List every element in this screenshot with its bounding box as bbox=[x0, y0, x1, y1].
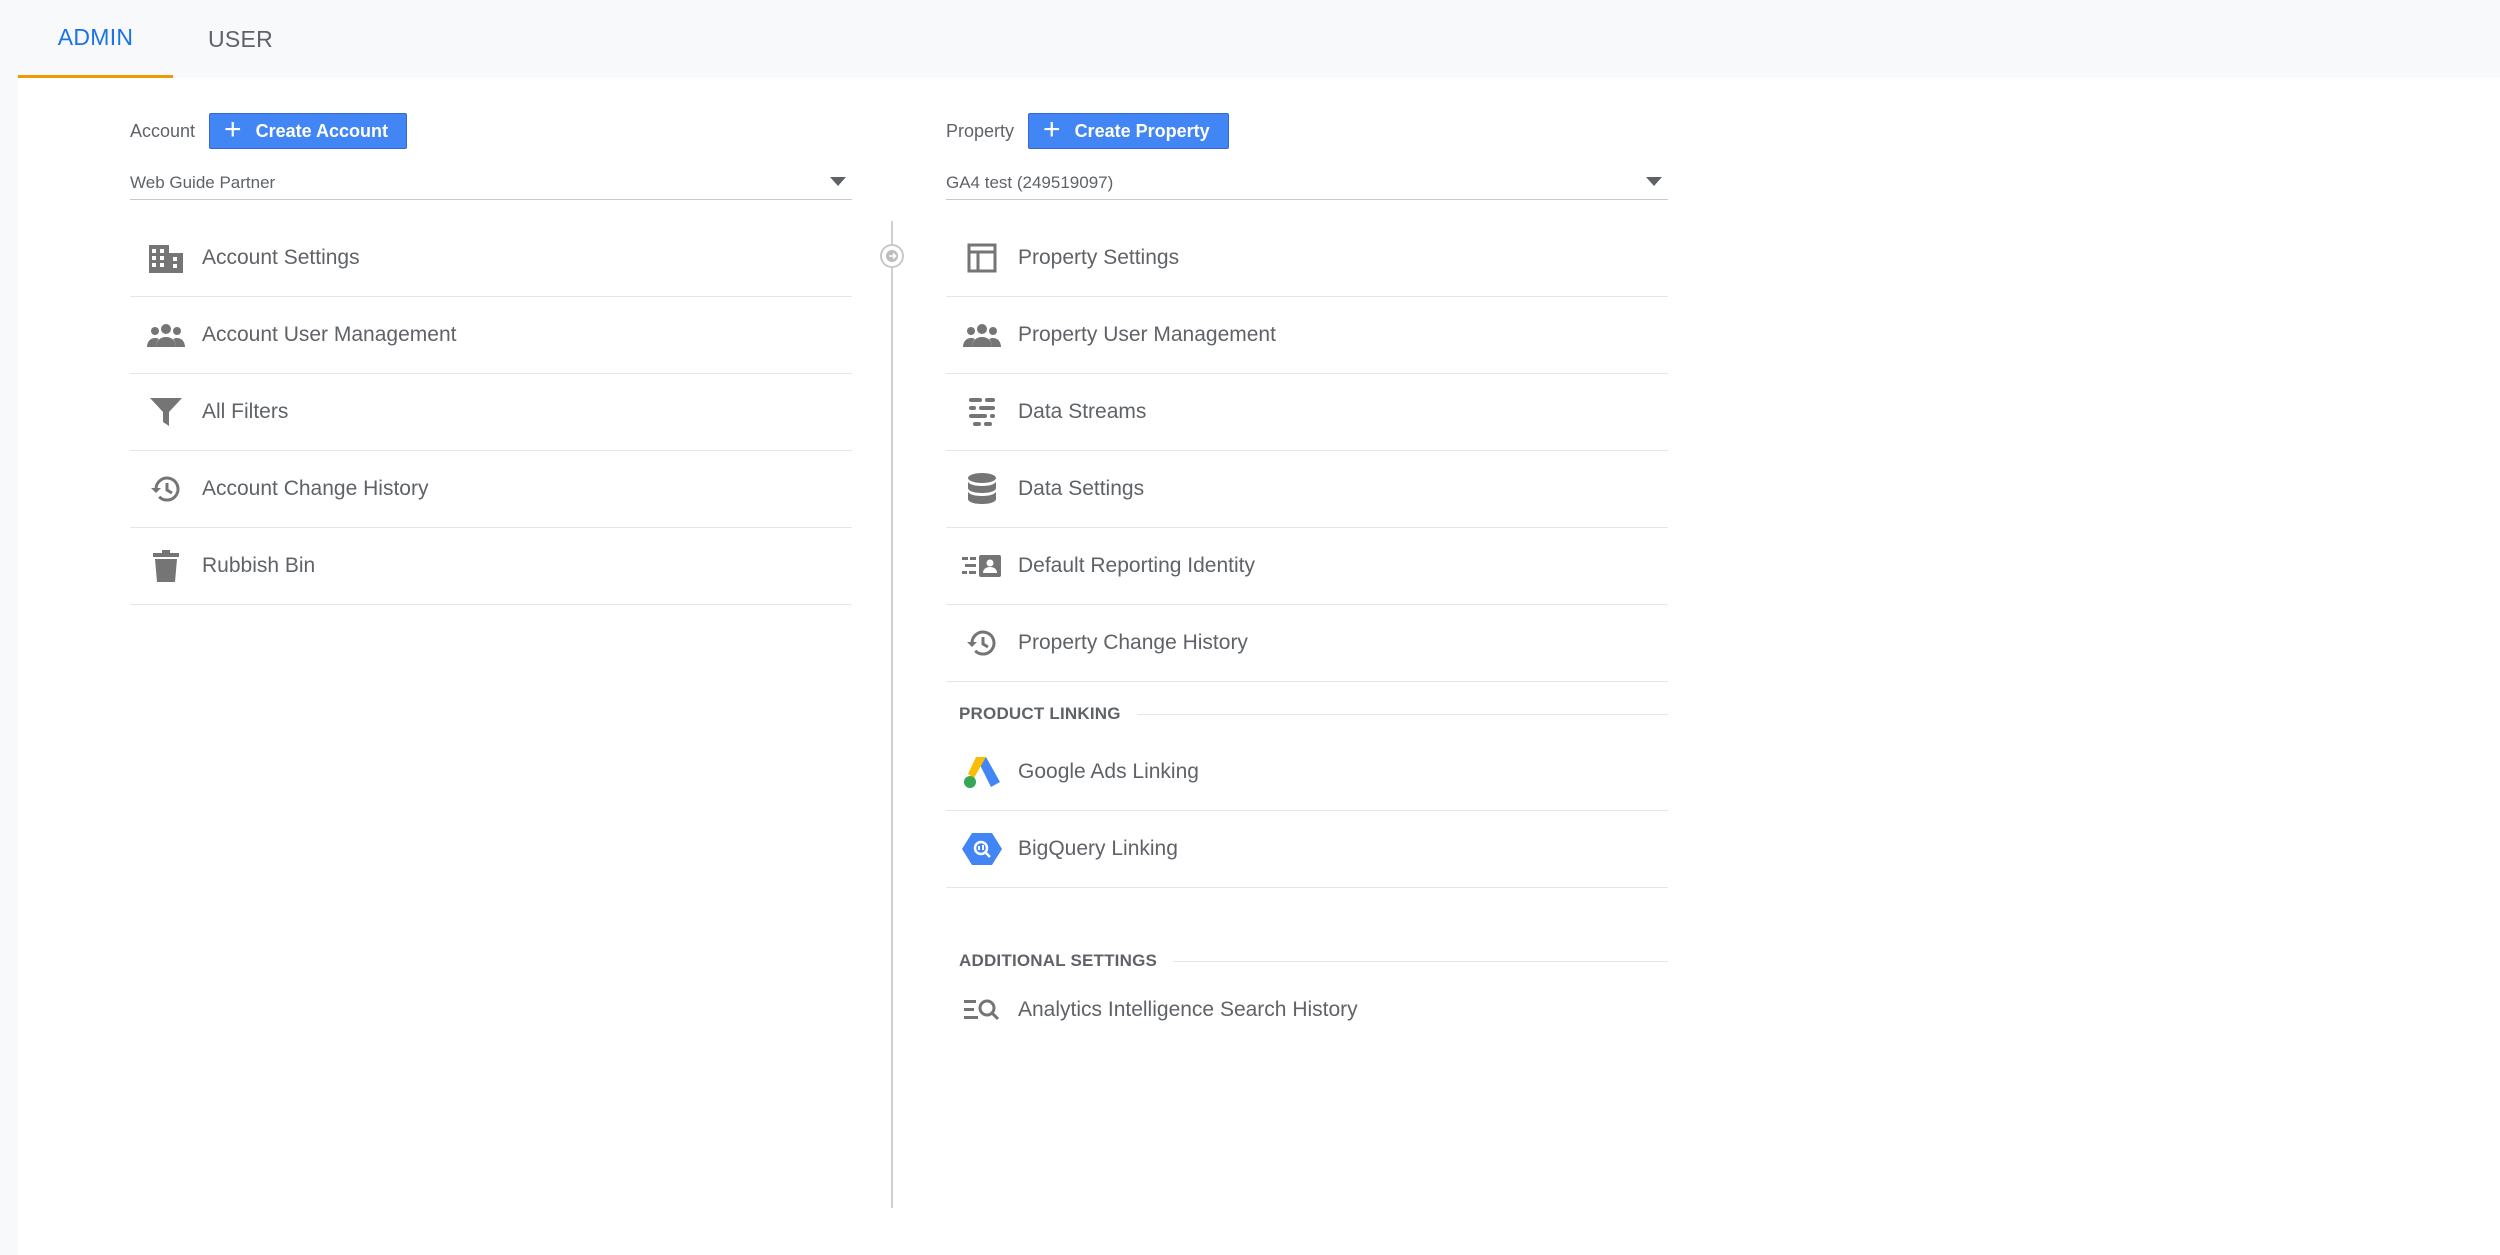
additional-settings-heading: ADDITIONAL SETTINGS bbox=[946, 941, 1668, 981]
menu-item-label: Property Change History bbox=[1018, 631, 1248, 654]
data-streams-item[interactable]: Data Streams bbox=[946, 374, 1668, 451]
create-property-button[interactable]: + Create Property bbox=[1028, 113, 1229, 149]
menu-item-label: All Filters bbox=[202, 400, 289, 423]
create-account-label: Create Account bbox=[255, 120, 388, 141]
property-settings-item[interactable]: Property Settings bbox=[946, 220, 1668, 297]
property-selector[interactable]: GA4 test (249519097) bbox=[946, 164, 1668, 200]
account-change-history-item[interactable]: Account Change History bbox=[130, 451, 852, 528]
section-divider bbox=[1136, 713, 1668, 715]
tab-admin[interactable]: ADMIN bbox=[18, 0, 173, 78]
property-selected-value: GA4 test (249519097) bbox=[946, 172, 1114, 192]
create-property-label: Create Property bbox=[1074, 120, 1210, 141]
admin-panel: Account + Create Account Web Guide Partn… bbox=[18, 78, 2500, 1255]
admin-tabs: ADMIN USER bbox=[18, 0, 308, 78]
analytics-intelligence-search-history-item[interactable]: Analytics Intelligence Search History bbox=[946, 981, 1668, 1039]
create-account-button[interactable]: + Create Account bbox=[209, 113, 407, 149]
property-user-management-item[interactable]: Property User Management bbox=[946, 297, 1668, 374]
column-divider bbox=[891, 221, 893, 1208]
tab-user[interactable]: USER bbox=[173, 0, 308, 78]
property-menu: Property Settings Property User Manageme… bbox=[946, 220, 1668, 1039]
section-heading-label: ADDITIONAL SETTINGS bbox=[959, 951, 1158, 970]
menu-item-label: Data Settings bbox=[1018, 477, 1145, 500]
default-reporting-identity-item[interactable]: Default Reporting Identity bbox=[946, 528, 1668, 605]
chevron-down-icon bbox=[1646, 177, 1662, 186]
menu-item-label: Default Reporting Identity bbox=[1018, 554, 1255, 577]
menu-item-label: Google Ads Linking bbox=[1018, 760, 1199, 783]
people-icon bbox=[130, 297, 202, 374]
search-history-icon bbox=[946, 981, 1018, 1039]
product-linking-heading: PRODUCT LINKING bbox=[946, 694, 1668, 734]
history-icon bbox=[946, 605, 1018, 682]
trash-icon bbox=[130, 528, 202, 605]
history-icon bbox=[130, 451, 202, 528]
section-divider bbox=[1173, 960, 1668, 962]
identity-icon bbox=[946, 528, 1018, 605]
people-icon bbox=[946, 297, 1018, 374]
menu-item-label: Analytics Intelligence Search History bbox=[1018, 998, 1358, 1021]
account-selector[interactable]: Web Guide Partner bbox=[130, 164, 852, 200]
database-icon bbox=[946, 451, 1018, 528]
menu-item-label: Account Settings bbox=[202, 246, 360, 269]
menu-item-label: Account Change History bbox=[202, 477, 429, 500]
menu-item-label: Rubbish Bin bbox=[202, 554, 316, 577]
bigquery-linking-item[interactable]: BigQuery Linking bbox=[946, 811, 1668, 888]
account-header: Account + Create Account bbox=[130, 113, 407, 149]
menu-item-label: Account User Management bbox=[202, 323, 457, 346]
rubbish-bin-item[interactable]: Rubbish Bin bbox=[130, 528, 852, 605]
account-settings-item[interactable]: Account Settings bbox=[130, 220, 852, 297]
menu-item-label: Data Streams bbox=[1018, 400, 1147, 423]
plus-icon: + bbox=[224, 113, 242, 146]
layout-icon bbox=[946, 220, 1018, 297]
property-change-history-item[interactable]: Property Change History bbox=[946, 605, 1668, 682]
account-selected-value: Web Guide Partner bbox=[130, 172, 276, 192]
section-heading-label: PRODUCT LINKING bbox=[959, 704, 1121, 723]
all-filters-item[interactable]: All Filters bbox=[130, 374, 852, 451]
property-header: Property + Create Property bbox=[946, 113, 1229, 149]
google-ads-linking-item[interactable]: Google Ads Linking bbox=[946, 734, 1668, 811]
google-ads-icon bbox=[946, 734, 1018, 811]
account-menu: Account Settings Account User Management… bbox=[130, 220, 852, 605]
property-label: Property bbox=[946, 120, 1015, 141]
menu-item-label: Property Settings bbox=[1018, 246, 1180, 269]
building-icon bbox=[130, 220, 202, 297]
filter-icon bbox=[130, 374, 202, 451]
account-label: Account bbox=[130, 120, 196, 141]
chevron-down-icon bbox=[830, 177, 846, 186]
arrow-right-icon bbox=[880, 244, 904, 268]
plus-icon: + bbox=[1043, 113, 1061, 146]
menu-item-label: BigQuery Linking bbox=[1018, 837, 1178, 860]
menu-item-label: Property User Management bbox=[1018, 323, 1276, 346]
streams-icon bbox=[946, 374, 1018, 451]
data-settings-item[interactable]: Data Settings bbox=[946, 451, 1668, 528]
account-user-management-item[interactable]: Account User Management bbox=[130, 297, 852, 374]
bigquery-icon bbox=[946, 811, 1018, 888]
